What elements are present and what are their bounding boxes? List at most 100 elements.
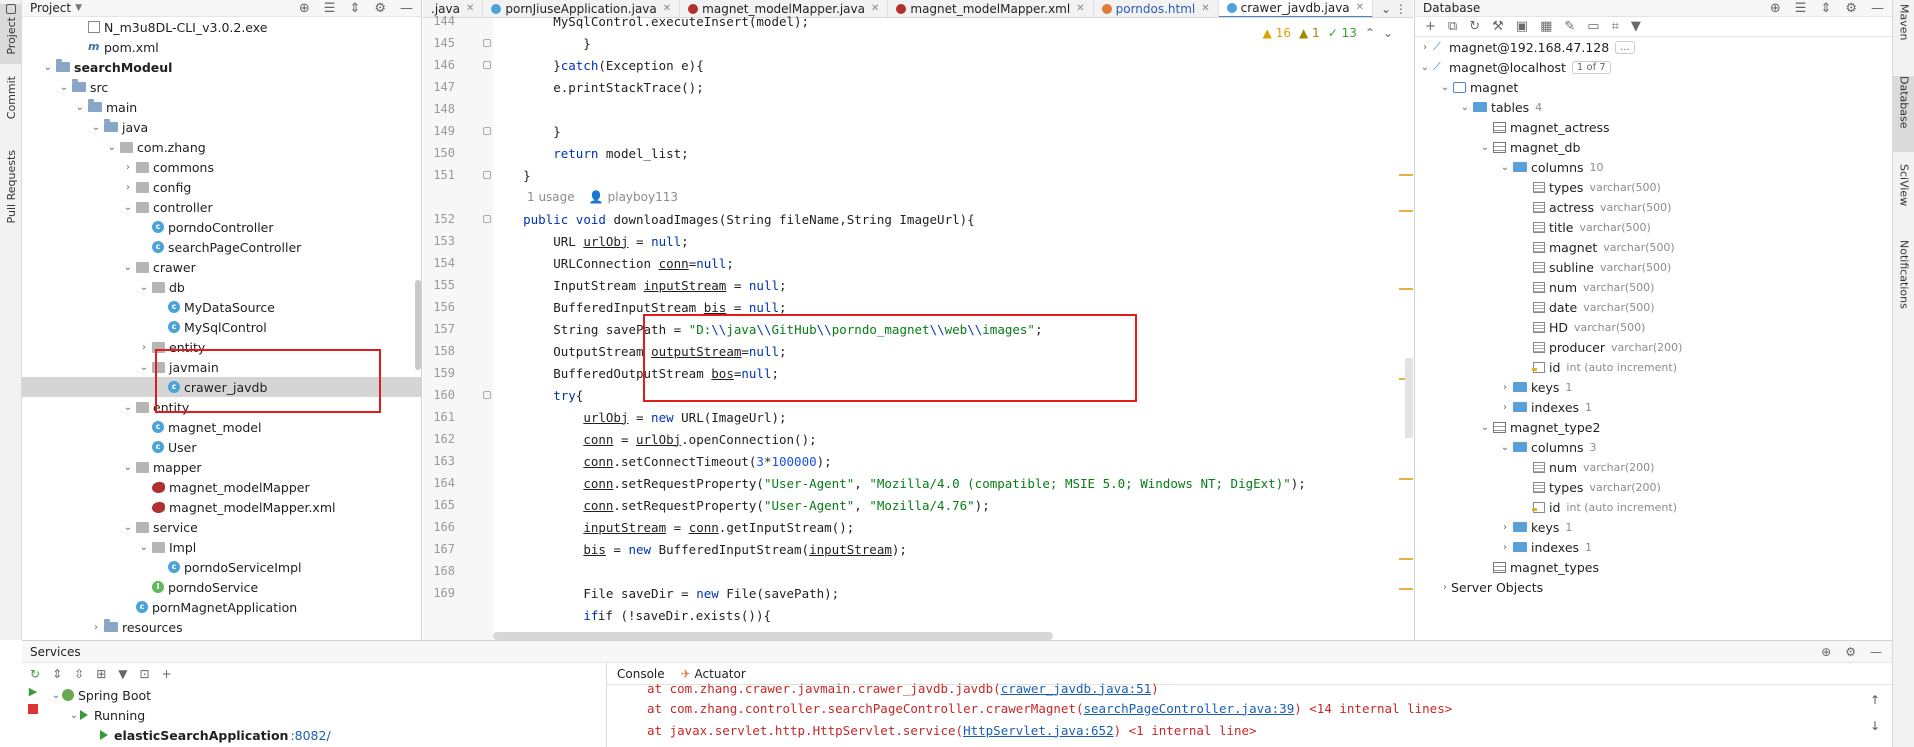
database-tree-item[interactable]: types varchar(500) — [1415, 177, 1892, 197]
project-tree-item[interactable]: magnet_modelMapper.xml — [22, 497, 421, 517]
connection-badge[interactable]: 1 of 7 — [1571, 60, 1611, 74]
error-stripe-mark[interactable] — [1399, 478, 1413, 480]
rerun-icon[interactable]: ↻ — [30, 667, 40, 681]
project-tree-item[interactable]: c porndoController — [22, 217, 421, 237]
database-tree-item[interactable]: magnet_actress — [1415, 117, 1892, 137]
services-tree-item[interactable]: elasticSearchApplication:8082/ — [50, 725, 630, 745]
project-tree-item[interactable]: ⌄ Impl — [22, 537, 421, 557]
database-tree-item[interactable]: › ⟋ magnet@192.168.47.128... — [1415, 37, 1892, 57]
project-tree-item[interactable]: ⌄ src — [22, 77, 421, 97]
project-tree-item[interactable]: N_m3u8DL-CLI_v3.0.2.exe — [22, 17, 421, 37]
database-tree-item[interactable]: num varchar(200) — [1415, 457, 1892, 477]
project-tree-item[interactable]: › config — [22, 177, 421, 197]
database-tree-item[interactable]: ⌄ magnet_db — [1415, 137, 1892, 157]
add-icon[interactable]: + — [162, 667, 172, 681]
project-title[interactable]: Project — [30, 1, 71, 15]
chevron-icon[interactable]: ⌄ — [74, 102, 86, 113]
error-stripe-mark[interactable] — [1399, 558, 1413, 560]
fold-marker[interactable] — [483, 127, 491, 135]
chevron-icon[interactable]: ⌄ — [1499, 442, 1511, 453]
database-tree-item[interactable]: HD varchar(500) — [1415, 317, 1892, 337]
collapse-all-icon[interactable]: ☰ — [324, 1, 336, 16]
filter-icon[interactable]: ▼ — [1631, 19, 1641, 34]
collapse-all-icon[interactable]: ☰ — [1795, 1, 1807, 16]
gear-icon[interactable]: ⚙ — [1845, 645, 1856, 659]
chevron-icon[interactable]: › — [122, 162, 134, 173]
project-tree-item[interactable]: ⌄ com.zhang — [22, 137, 421, 157]
project-tree-item[interactable]: IporndoService — [22, 577, 421, 597]
database-tree-item[interactable]: › indexes 1 — [1415, 537, 1892, 557]
database-tree-item[interactable]: › indexes 1 — [1415, 397, 1892, 417]
chevron-icon[interactable]: ⌄ — [1459, 102, 1471, 113]
project-tree-item[interactable]: c searchPageController — [22, 237, 421, 257]
chevron-icon[interactable]: ⌄ — [1419, 62, 1431, 73]
refresh-icon[interactable]: ↻ — [1469, 19, 1480, 34]
project-tree-item[interactable]: ⌄ mapper — [22, 457, 421, 477]
fold-marker[interactable] — [483, 391, 491, 399]
chevron-icon[interactable]: › — [90, 622, 102, 633]
database-tree-item[interactable]: num varchar(500) — [1415, 277, 1892, 297]
error-stripe-mark[interactable] — [1399, 210, 1413, 212]
usage-hint[interactable]: 1 usage 👤 playboy113 — [527, 186, 678, 208]
project-tree-item[interactable]: ⌄ searchModeul — [22, 57, 421, 77]
commit-tool-button[interactable]: Commit — [0, 76, 22, 136]
database-tree-item[interactable]: id int (auto increment) — [1415, 357, 1892, 377]
chevron-icon[interactable]: ⌄ — [122, 522, 134, 533]
database-tree-item[interactable]: ⌄ columns 10 — [1415, 157, 1892, 177]
chevron-icon[interactable]: ⌄ — [138, 282, 150, 293]
gear-icon[interactable]: ⚙ — [374, 1, 386, 16]
database-tree-item[interactable]: ⌄ columns 3 — [1415, 437, 1892, 457]
editor-scrollbar[interactable] — [1405, 358, 1413, 438]
project-tree-item[interactable]: c User — [22, 437, 421, 457]
chevron-icon[interactable]: ⌄ — [138, 542, 150, 553]
schema-icon[interactable]: ⚒ — [1492, 19, 1504, 34]
project-tree-item[interactable]: c MySqlControl — [22, 317, 421, 337]
project-tree-item[interactable]: ⌄ db — [22, 277, 421, 297]
database-tree-item[interactable]: actress varchar(500) — [1415, 197, 1892, 217]
database-tree-item[interactable]: producer varchar(200) — [1415, 337, 1892, 357]
error-stripe-mark[interactable] — [1399, 174, 1413, 176]
stop-icon[interactable] — [28, 704, 38, 714]
locate-icon[interactable]: ⊕ — [299, 1, 310, 16]
chevron-icon[interactable]: ⌄ — [1499, 162, 1511, 173]
services-tree-item[interactable]: ⌄ Spring Boot — [50, 685, 630, 705]
expand-all-icon[interactable]: ⇕ — [349, 1, 360, 16]
project-tree-item[interactable]: ⌄ java — [22, 117, 421, 137]
chevron-icon[interactable]: › — [1499, 542, 1511, 553]
locate-icon[interactable]: ⊕ — [1770, 1, 1781, 16]
hide-icon[interactable]: — — [1870, 645, 1882, 659]
maven-tool-button[interactable]: Maven — [1893, 4, 1914, 64]
sciview-tool-button[interactable]: SciView — [1893, 164, 1914, 226]
project-scrollbar[interactable] — [415, 280, 421, 370]
fold-marker[interactable] — [483, 39, 491, 47]
fold-marker[interactable] — [483, 215, 491, 223]
expand-all-icon[interactable]: ⇕ — [1820, 1, 1831, 16]
group-icon[interactable]: ⊞ — [96, 667, 106, 681]
chevron-icon[interactable]: › — [1439, 582, 1451, 593]
project-tree-item[interactable]: magnet_modelMapper — [22, 477, 421, 497]
database-tree-item[interactable]: ⌄ magnet_type2 — [1415, 417, 1892, 437]
database-tree-item[interactable]: › Server Objects — [1415, 577, 1892, 597]
copy-icon[interactable]: ⧉ — [1448, 19, 1457, 34]
project-tree-item[interactable]: ⌄ crawer — [22, 257, 421, 277]
chevron-icon[interactable]: ⌄ — [42, 62, 54, 73]
database-tree-item[interactable]: › keys 1 — [1415, 517, 1892, 537]
project-tree-item[interactable]: ⌄ main — [22, 97, 421, 117]
database-tree-item[interactable]: magnet_types — [1415, 557, 1892, 577]
services-tree-item[interactable]: ⌄ Running — [50, 705, 630, 725]
project-tree-item[interactable]: m pom.xml — [22, 37, 421, 57]
chevron-icon[interactable]: › — [1419, 42, 1431, 53]
chevron-icon[interactable]: ⌄ — [1479, 422, 1491, 433]
project-tree-item[interactable]: ⌄ service — [22, 517, 421, 537]
expand-all-icon[interactable]: ⇕ — [52, 667, 62, 681]
hide-icon[interactable]: — — [400, 1, 413, 16]
stop-icon[interactable]: ▣ — [1516, 19, 1528, 34]
project-tree-item[interactable]: ⌄ controller — [22, 197, 421, 217]
chevron-down-icon[interactable]: ▼ — [75, 3, 82, 13]
chevron-icon[interactable]: › — [122, 182, 134, 193]
chevron-icon[interactable]: › — [1499, 382, 1511, 393]
notifications-tool-button[interactable]: Notifications — [1893, 240, 1914, 330]
editor-horizontal-scrollbar[interactable] — [493, 632, 1053, 640]
chevron-icon[interactable]: ⌄ — [106, 142, 118, 153]
chevron-icon[interactable]: ⌄ — [122, 262, 134, 273]
